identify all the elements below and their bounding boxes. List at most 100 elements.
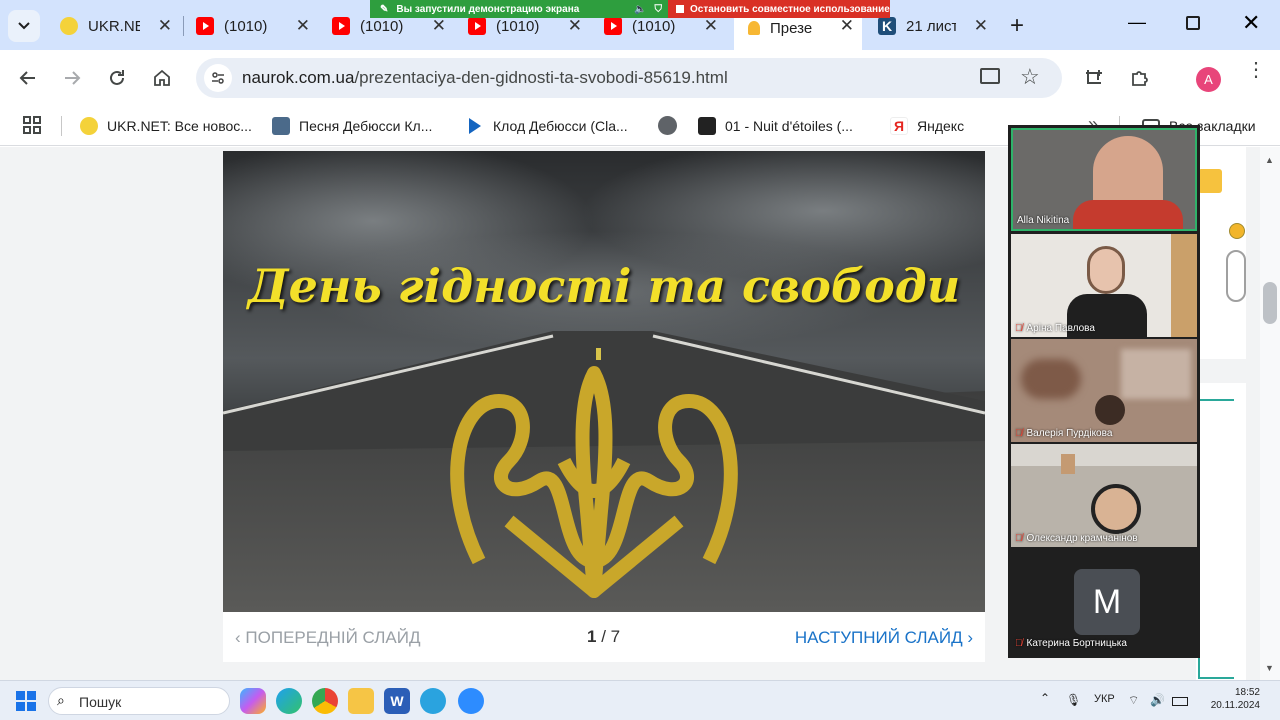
yandex-icon: Я xyxy=(890,117,908,135)
puzzle-icon xyxy=(1132,71,1148,86)
telegram-icon[interactable] xyxy=(420,688,446,714)
participant-tile[interactable]: Alla Nikitina xyxy=(1011,128,1197,231)
close-icon[interactable]: ✕ xyxy=(568,16,582,36)
shield-icon: ⛉ xyxy=(654,3,663,15)
slide-counter: 1 / 7 xyxy=(587,627,621,646)
certificate-thumbnail xyxy=(1198,399,1234,679)
restore-button[interactable] xyxy=(1186,16,1200,30)
prev-slide-button[interactable]: ‹ ПОПЕРЕДНІЙ СЛАЙД xyxy=(235,628,420,648)
windows-taskbar: ⌕ Пошук W ⌃ 🎙 УКР ⌔ 🔊 18:52 20.11.2024 xyxy=(0,680,1280,720)
tab-ukrnet[interactable]: UKR.NE ✕ xyxy=(50,8,180,44)
close-icon[interactable]: ✕ xyxy=(296,16,310,36)
bookmark-yandex[interactable]: Я Яндекс xyxy=(890,114,964,138)
naurok-icon xyxy=(748,21,760,35)
participant-tile[interactable]: 🎙̸ Аріна Павлова xyxy=(1011,234,1197,337)
youtube-icon xyxy=(604,17,622,35)
microphone-icon[interactable]: 🎙 xyxy=(1066,693,1081,707)
mic-off-icon: 🎙̸ xyxy=(1015,323,1023,334)
battery-icon[interactable] xyxy=(1172,697,1188,706)
slide-title: День гідності та свободи xyxy=(247,259,961,313)
screenshot-button[interactable] xyxy=(1078,62,1110,94)
avatar: M xyxy=(1074,569,1140,635)
participant-tile[interactable]: 🎙̸ Валерія Пурдікова xyxy=(1011,339,1197,442)
bookmark-nuit-etoiles[interactable]: 01 - Nuit d'étoiles (... xyxy=(698,114,853,138)
scrollbar-thumb[interactable] xyxy=(1263,282,1277,324)
close-icon[interactable]: ✕ xyxy=(158,16,172,36)
scroll-up-icon[interactable]: ▲ xyxy=(1265,155,1274,165)
participant-video xyxy=(1061,454,1075,474)
zoom-icon[interactable] xyxy=(458,688,484,714)
tray-chevron-icon[interactable]: ⌃ xyxy=(1040,691,1050,705)
play-icon xyxy=(469,118,481,134)
k-icon: K xyxy=(878,17,896,35)
copilot-icon[interactable] xyxy=(240,688,266,714)
participant-video xyxy=(1171,234,1197,337)
close-icon[interactable]: ✕ xyxy=(840,16,854,36)
youtube-icon xyxy=(196,17,214,35)
input-language[interactable]: УКР xyxy=(1094,693,1115,705)
home-icon xyxy=(154,69,170,86)
chevron-down-icon xyxy=(18,22,30,30)
extensions-button[interactable] xyxy=(1124,62,1156,94)
home-button[interactable] xyxy=(146,62,178,94)
bookmark-ukrnet[interactable]: UKR.NET: Все новос... xyxy=(80,114,252,138)
file-explorer-icon[interactable] xyxy=(348,688,374,714)
url-text[interactable]: naurok.com.ua/prezentaciya-den-gidnosti-… xyxy=(242,68,728,88)
volume-icon[interactable]: 🔊 xyxy=(1150,693,1165,707)
play-square-icon xyxy=(698,117,716,135)
bookmark-site-icon xyxy=(272,117,290,135)
taskbar-search[interactable]: ⌕ Пошук xyxy=(48,687,230,715)
menu-kebab-icon[interactable]: ⋮ xyxy=(1246,60,1266,80)
scrollbar[interactable]: ▲ ▼ xyxy=(1260,147,1280,680)
participant-video xyxy=(1121,349,1191,399)
profile-avatar[interactable]: A xyxy=(1196,67,1221,92)
close-icon[interactable]: ✕ xyxy=(974,16,988,36)
forward-button[interactable] xyxy=(56,62,88,94)
tab-separator xyxy=(183,16,184,36)
arrow-right-icon xyxy=(65,71,81,85)
bookmark-debussy-song[interactable]: Песня Дебюсси Кл... xyxy=(272,114,432,138)
install-app-icon[interactable] xyxy=(980,68,1000,84)
participant-video xyxy=(1021,359,1081,399)
mic-off-icon: 🎙̸ xyxy=(1015,533,1023,544)
apps-grid-icon[interactable] xyxy=(23,116,41,134)
browser-toolbar: naurok.com.ua/prezentaciya-den-gidnosti-… xyxy=(0,50,1280,106)
globe-icon[interactable] xyxy=(658,116,677,135)
sidebar-card xyxy=(1196,147,1246,359)
word-icon[interactable]: W xyxy=(384,688,410,714)
close-icon[interactable]: ✕ xyxy=(432,16,446,36)
volume-icon[interactable]: 🔈 xyxy=(634,4,646,15)
reload-button[interactable] xyxy=(101,62,133,94)
crop-add-icon xyxy=(1086,70,1102,84)
site-info-icon[interactable] xyxy=(204,64,232,92)
screen-share-banner: ✎ Вы запустили демонстрацию экрана 🔈 ⛉ О… xyxy=(370,0,890,18)
decor-shape xyxy=(1226,250,1246,302)
chrome-icon[interactable] xyxy=(312,688,338,714)
participant-tile[interactable]: 🎙̸ Олександр крамчанінов xyxy=(1011,444,1197,547)
bookmark-claude-debussy[interactable]: Клод Дебюсси (Cla... xyxy=(466,114,628,138)
wifi-icon[interactable]: ⌔ xyxy=(1128,693,1139,708)
scroll-down-icon[interactable]: ▼ xyxy=(1265,663,1274,673)
new-tab-button[interactable]: + xyxy=(1010,12,1024,40)
participant-video xyxy=(1091,484,1141,534)
windows-start-icon[interactable] xyxy=(16,691,36,711)
decor-circle xyxy=(1229,223,1245,239)
trident-emblem-icon xyxy=(450,366,738,598)
participant-video xyxy=(1095,395,1125,425)
stop-icon xyxy=(676,5,684,13)
participant-tile[interactable]: M 🎙̸ Катерина Бортницька xyxy=(1011,549,1197,652)
next-slide-button[interactable]: НАСТУПНИЙ СЛАЙД › xyxy=(795,628,973,648)
minimize-button[interactable]: — xyxy=(1128,12,1146,33)
star-icon[interactable]: ☆ xyxy=(1020,64,1040,90)
back-button[interactable] xyxy=(12,62,44,94)
clock[interactable]: 18:52 20.11.2024 xyxy=(1204,686,1260,712)
edge-icon[interactable] xyxy=(276,688,302,714)
tab-youtube-1[interactable]: (1010) ✕ xyxy=(186,8,318,44)
pin-icon: ✎ xyxy=(380,3,389,15)
participant-video xyxy=(1073,200,1183,229)
address-bar[interactable]: naurok.com.ua/prezentaciya-den-gidnosti-… xyxy=(196,58,1062,98)
close-window-button[interactable]: ✕ xyxy=(1242,10,1260,36)
stop-sharing-button[interactable]: Остановить совместное использование xyxy=(668,0,890,18)
close-icon[interactable]: ✕ xyxy=(704,16,718,36)
tab-search-button[interactable] xyxy=(8,10,40,42)
